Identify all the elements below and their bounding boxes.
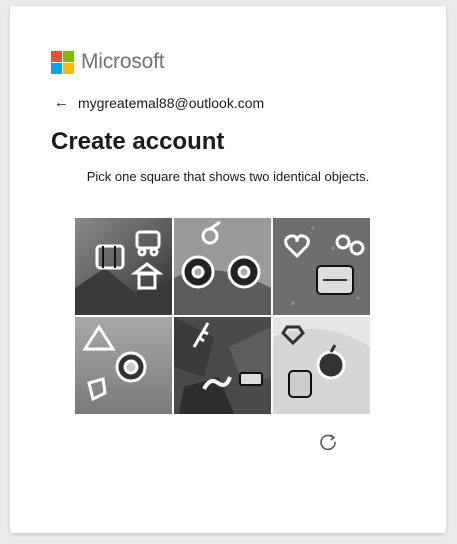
account-email: mygreatemal88@outlook.com <box>78 94 265 111</box>
page-title: Create account <box>51 128 225 155</box>
refresh-icon[interactable] <box>318 432 338 452</box>
cat-icon <box>288 370 312 398</box>
captcha-instruction: Pick one square that shows two identical… <box>86 169 370 184</box>
captcha-tile-3[interactable] <box>273 218 370 315</box>
donut-icon <box>181 255 215 289</box>
brand-header: Microsoft <box>51 50 165 74</box>
brand-name: Microsoft <box>81 50 165 73</box>
donut-icon <box>227 255 261 289</box>
logo-square-red <box>51 50 62 62</box>
logo-square-blue <box>51 62 62 74</box>
signup-card: Microsoft ← mygreatemal88@outlook.com Cr… <box>10 6 446 533</box>
lion-icon <box>115 351 147 383</box>
captcha-tile-4[interactable] <box>75 317 172 414</box>
logo-square-yellow <box>63 62 74 74</box>
captcha-tile-6[interactable] <box>273 317 370 414</box>
tower-icon <box>239 372 263 386</box>
captcha-grid <box>75 218 372 414</box>
captcha-tile-5[interactable] <box>174 317 271 414</box>
arrow-left-icon[interactable]: ← <box>54 94 69 111</box>
identity-banner: ← mygreatemal88@outlook.com <box>54 94 264 111</box>
logo-square-green <box>63 50 74 62</box>
captcha-tile-2[interactable] <box>174 218 271 315</box>
microsoft-logo-icon <box>51 50 74 74</box>
cat-icon <box>316 265 354 295</box>
captcha-tile-1[interactable] <box>75 218 172 315</box>
